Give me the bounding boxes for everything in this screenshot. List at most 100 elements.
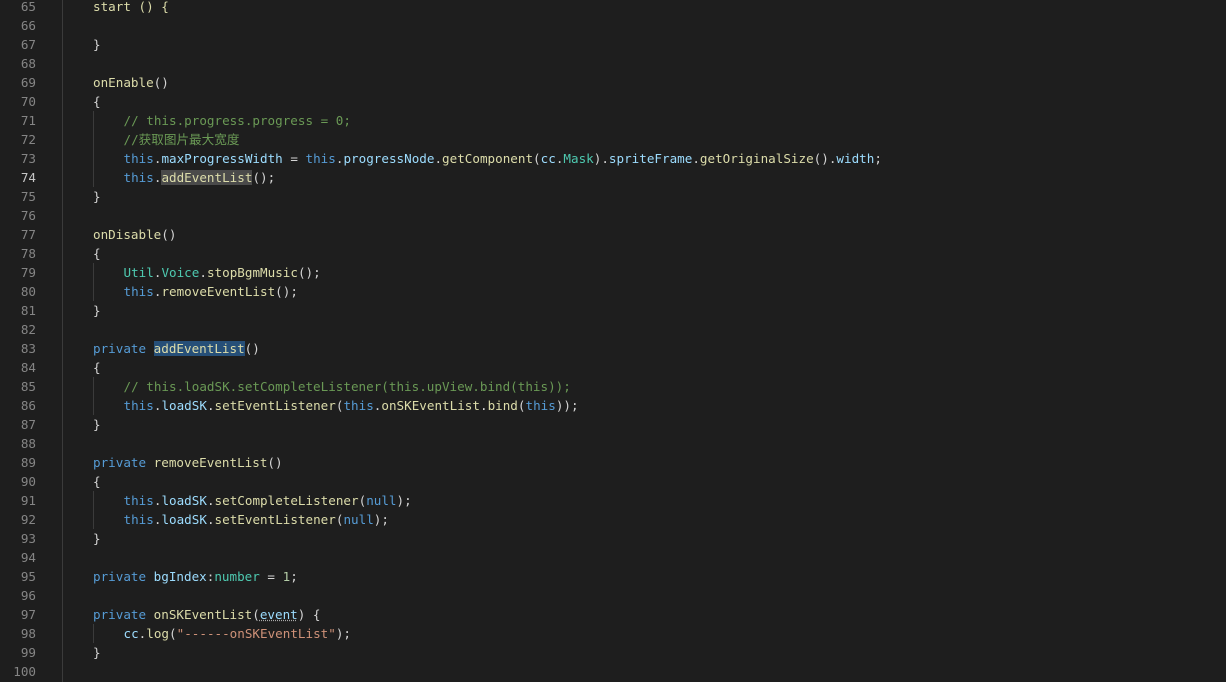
code-line[interactable]: 70 {: [0, 92, 1226, 111]
code-token: loadSK: [161, 512, 207, 527]
line-number: 84: [20, 360, 36, 375]
code-line[interactable]: 69 onEnable(): [0, 73, 1226, 92]
code-line[interactable]: 71 // this.progress.progress = 0;: [0, 111, 1226, 130]
code-token: number: [214, 569, 260, 584]
code-line[interactable]: 68: [0, 54, 1226, 73]
code-line[interactable]: 84 {: [0, 358, 1226, 377]
line-number: 89: [20, 455, 36, 470]
line-number: 66: [20, 18, 36, 33]
code-text[interactable]: }: [93, 35, 101, 54]
code-token: }: [93, 37, 101, 52]
code-text[interactable]: this.loadSK.setCompleteListener(null);: [124, 491, 412, 510]
code-line[interactable]: 80 this.removeEventList();: [0, 282, 1226, 301]
code-token: removeEventList: [153, 455, 268, 470]
code-line[interactable]: 75}: [0, 187, 1226, 206]
code-token: .: [206, 493, 215, 508]
code-text[interactable]: private addEventList(): [93, 339, 260, 358]
code-text[interactable]: }: [93, 301, 101, 320]
indent-guide: [93, 396, 94, 415]
code-text[interactable]: // this.progress.progress = 0;: [124, 111, 351, 130]
code-token: (: [533, 151, 541, 166]
code-text[interactable]: Util.Voice.stopBgmMusic();: [124, 263, 321, 282]
code-line[interactable]: 79 Util.Voice.stopBgmMusic();: [0, 263, 1226, 282]
code-line[interactable]: 77 onDisable(): [0, 225, 1226, 244]
indent-guide: [93, 130, 94, 149]
line-number: 68: [20, 56, 36, 71]
code-line[interactable]: 88: [0, 434, 1226, 453]
code-line[interactable]: 93}: [0, 529, 1226, 548]
code-line[interactable]: 66: [0, 16, 1226, 35]
line-number: 77: [20, 227, 36, 242]
code-text[interactable]: private bgIndex:number = 1;: [93, 567, 298, 586]
code-token: =: [282, 151, 306, 166]
code-text[interactable]: {: [93, 244, 101, 263]
code-text[interactable]: this.loadSK.setEventListener(null);: [124, 510, 389, 529]
code-line[interactable]: 73 this.maxProgressWidth = this.progressN…: [0, 149, 1226, 168]
code-line[interactable]: 94: [0, 548, 1226, 567]
code-text[interactable]: }: [93, 415, 101, 434]
code-text[interactable]: }: [93, 529, 101, 548]
code-text[interactable]: start () {: [93, 0, 169, 16]
code-line[interactable]: 98 cc.log("------onSKEventList");: [0, 624, 1226, 643]
code-line[interactable]: 89 private removeEventList(): [0, 453, 1226, 472]
code-line[interactable]: 86 this.loadSK.setEventListener(this.onSK…: [0, 396, 1226, 415]
indent-guide: [93, 624, 94, 643]
code-line[interactable]: 91 this.loadSK.setCompleteListener(null);: [0, 491, 1226, 510]
code-token: setCompleteListener: [214, 493, 359, 508]
code-editor[interactable]: 65 start () {66 67} 68 69 onEnable() 70{71// t…: [0, 0, 1226, 682]
code-text[interactable]: this.maxProgressWidth = this.progressNod…: [124, 149, 882, 168]
code-token: this: [123, 512, 154, 527]
code-text[interactable]: // this.loadSK.setCompleteListener(this.…: [124, 377, 571, 396]
code-text[interactable]: onEnable(): [93, 73, 169, 92]
code-text[interactable]: }: [93, 187, 101, 206]
code-token: }: [93, 303, 101, 318]
code-line[interactable]: 90 {: [0, 472, 1226, 491]
code-text[interactable]: {: [93, 92, 101, 111]
code-line[interactable]: 82: [0, 320, 1226, 339]
code-token: onEnable: [93, 75, 154, 90]
code-line[interactable]: 95 private bgIndex:number = 1;: [0, 567, 1226, 586]
code-text[interactable]: onDisable(): [93, 225, 176, 244]
code-token: ));: [555, 398, 579, 413]
code-token: }: [93, 645, 101, 660]
code-line[interactable]: 78 {: [0, 244, 1226, 263]
code-token: progressNode: [343, 151, 435, 166]
code-token: private: [93, 569, 147, 584]
code-line[interactable]: 85 // this.loadSK.setCompleteListener(thi…: [0, 377, 1226, 396]
code-line[interactable]: 74 this.addEventList();: [0, 168, 1226, 187]
line-number: 67: [20, 37, 36, 52]
code-token: addEventList: [161, 170, 253, 185]
code-line[interactable]: 100: [0, 662, 1226, 681]
code-line[interactable]: 67}: [0, 35, 1226, 54]
code-text[interactable]: this.addEventList();: [124, 168, 275, 187]
code-line[interactable]: 92 this.loadSK.setEventListener(null);: [0, 510, 1226, 529]
code-line[interactable]: 72 //获取图片最大宽度: [0, 130, 1226, 149]
code-text[interactable]: this.loadSK.setEventListener(this.onSKEv…: [124, 396, 579, 415]
code-text[interactable]: this.removeEventList();: [124, 282, 298, 301]
code-line[interactable]: 96: [0, 586, 1226, 605]
code-token: ;: [874, 151, 882, 166]
line-number: 69: [20, 75, 36, 90]
code-text[interactable]: //获取图片最大宽度: [124, 130, 240, 149]
code-line[interactable]: 81}: [0, 301, 1226, 320]
code-line[interactable]: 87}: [0, 415, 1226, 434]
code-text[interactable]: {: [93, 358, 101, 377]
code-text[interactable]: }: [93, 643, 101, 662]
line-number: 100: [13, 664, 36, 679]
code-token: this: [343, 398, 374, 413]
code-line[interactable]: 76: [0, 206, 1226, 225]
line-number: 80: [20, 284, 36, 299]
code-text[interactable]: private onSKEventList(event) {: [93, 605, 321, 624]
code-line[interactable]: 65 start () {: [0, 0, 1226, 16]
code-token: (): [244, 341, 260, 356]
code-line[interactable]: 97 private onSKEventList(event) {: [0, 605, 1226, 624]
code-token: {: [93, 360, 101, 375]
code-text[interactable]: {: [93, 472, 101, 491]
code-text[interactable]: cc.log("------onSKEventList");: [124, 624, 352, 643]
code-token: .: [199, 265, 207, 280]
code-text[interactable]: private removeEventList(): [93, 453, 283, 472]
code-line[interactable]: 83 private addEventList(): [0, 339, 1226, 358]
code-token: loadSK: [161, 493, 207, 508]
code-line[interactable]: 99}: [0, 643, 1226, 662]
